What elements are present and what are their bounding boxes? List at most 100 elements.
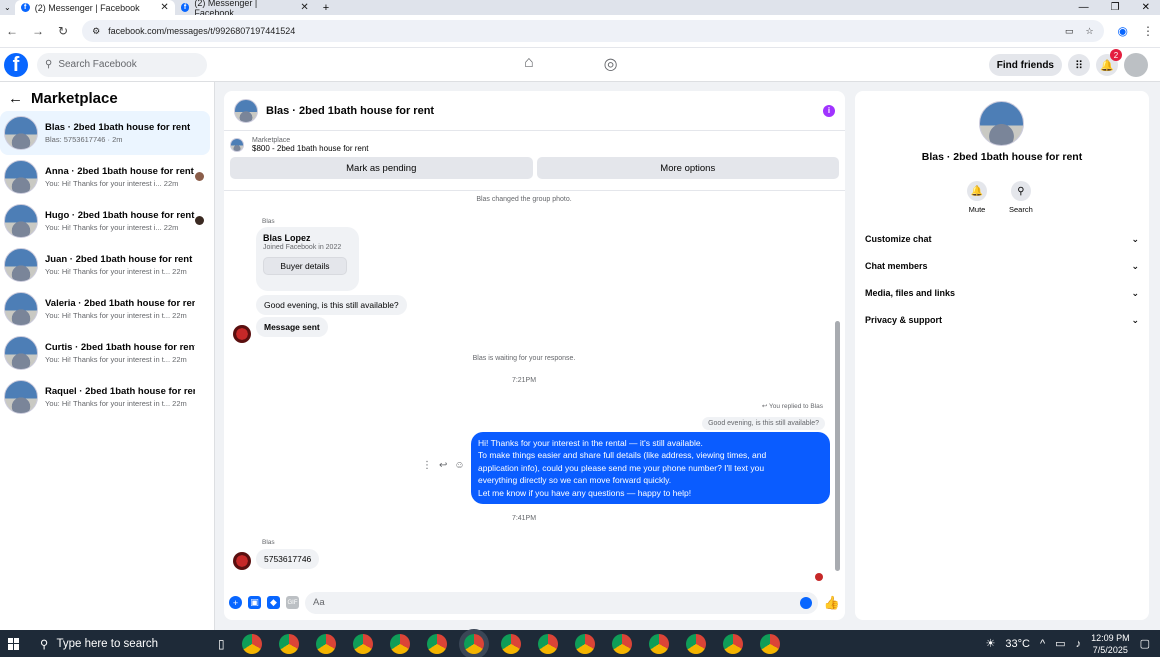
facebook-search-input[interactable]: ⚲ Search Facebook	[37, 52, 207, 77]
chrome-icon[interactable]	[685, 633, 706, 654]
chrome-icon[interactable]	[722, 633, 743, 654]
network-icon[interactable]: ▭	[1055, 637, 1065, 650]
close-tab-icon[interactable]: ✕	[300, 2, 308, 13]
like-thumb-icon[interactable]: 👍	[824, 595, 840, 611]
account-avatar[interactable]	[1124, 53, 1148, 77]
tab-menu-icon[interactable]: ⌄	[0, 3, 15, 12]
seen-avatar	[195, 172, 204, 181]
system-tray: ☀ 33°C ^ ▭ ♪ 12:09 PM 7/5/2025 ▢	[986, 632, 1160, 656]
buyer-details-button[interactable]: Buyer details	[263, 257, 347, 275]
conversation-item[interactable]: Anna · 2bed 1bath house for rent You: Hi!…	[0, 155, 214, 199]
conversation-item[interactable]: Raquel · 2bed 1bath house for rent You: H…	[0, 375, 214, 419]
browser-tab[interactable]: f (2) Messenger | Facebook ✕	[175, 0, 315, 18]
react-icon[interactable]: ☺	[454, 460, 464, 471]
restore-icon[interactable]: ❐	[1111, 2, 1120, 13]
conversation-item[interactable]: Blas · 2bed 1bath house for rent Blas: 57…	[0, 111, 210, 155]
house-thumbnail	[4, 380, 38, 414]
reply-icon[interactable]: ↩	[439, 460, 447, 471]
weather-icon[interactable]: ☀	[986, 637, 996, 650]
mark-as-pending-button[interactable]: Mark as pending	[230, 157, 533, 179]
section-chat-members[interactable]: Chat members ⌄	[865, 261, 1139, 272]
chat-title[interactable]: Blas · 2bed 1bath house for rent	[266, 105, 434, 117]
more-options-button[interactable]: More options	[536, 157, 839, 179]
profile-icon[interactable]: ◉	[1118, 24, 1128, 38]
photo-icon[interactable]: ▣	[248, 596, 261, 609]
message-input[interactable]: Aa	[305, 591, 818, 614]
conversation-item[interactable]: Juan · 2bed 1bath house for rent You: Hi!…	[0, 243, 214, 287]
gif-icon[interactable]: GIF	[286, 596, 299, 609]
chrome-icon[interactable]	[463, 633, 484, 654]
chrome-icon[interactable]	[759, 633, 780, 654]
reload-icon[interactable]: ↻	[58, 24, 68, 38]
info-icon[interactable]: i	[823, 104, 835, 117]
address-bar[interactable]: ⚙ facebook.com/messages/t/99268071974415…	[82, 20, 1104, 42]
scrollbar-thumb[interactable]	[835, 321, 840, 571]
temperature[interactable]: 33°C	[1005, 638, 1030, 650]
section-media-files[interactable]: Media, files and links ⌄	[865, 288, 1139, 299]
listing-thumbnail[interactable]	[230, 138, 244, 152]
windows-start-icon[interactable]	[8, 637, 20, 650]
chrome-icon[interactable]	[389, 633, 410, 654]
section-privacy-support[interactable]: Privacy & support ⌄	[865, 315, 1139, 326]
find-friends-button[interactable]: Find friends	[988, 54, 1062, 76]
chrome-icon[interactable]	[648, 633, 669, 654]
chrome-icon[interactable]	[278, 633, 299, 654]
conversation-item[interactable]: Curtis · 2bed 1bath house for rent You: H…	[0, 331, 214, 375]
back-icon[interactable]: ←	[6, 24, 18, 38]
chrome-icon[interactable]	[426, 633, 447, 654]
search-conversation-button[interactable]: ⚲ Search	[1009, 181, 1033, 214]
browser-menu-icon[interactable]: ⋮	[1142, 24, 1154, 38]
forward-icon[interactable]: →	[32, 24, 44, 38]
notifications-icon[interactable]: ▢	[1140, 637, 1150, 650]
outgoing-message[interactable]: Hi! Thanks for your interest in the rent…	[471, 432, 830, 505]
chrome-icon[interactable]	[315, 633, 336, 654]
volume-icon[interactable]: ♪	[1076, 638, 1082, 650]
sender-label: Blas	[262, 539, 275, 546]
home-icon[interactable]: ⌂	[524, 54, 534, 74]
tray-chevron-icon[interactable]: ^	[1040, 638, 1045, 650]
site-settings-icon[interactable]: ⚙	[92, 26, 100, 37]
taskbar-search[interactable]: ⚲ Type here to search	[34, 630, 184, 657]
clock[interactable]: 12:09 PM 7/5/2025	[1091, 632, 1130, 656]
listing-title[interactable]: $800 - 2bed 1bath house for rent	[252, 144, 369, 153]
reply-indicator: ↩ You replied to Blas	[762, 402, 823, 410]
sender-avatar[interactable]	[233, 325, 251, 343]
more-icon[interactable]: ⋮	[422, 460, 432, 471]
clock-date: 7/5/2025	[1092, 644, 1128, 655]
minimize-icon[interactable]: —	[1079, 2, 1089, 13]
chrome-icon[interactable]	[611, 633, 632, 654]
new-tab-icon[interactable]: +	[315, 2, 337, 14]
conversation-item[interactable]: Valeria · 2bed 1bath house for rent You: …	[0, 287, 214, 331]
chrome-icon[interactable]	[352, 633, 373, 654]
back-arrow-icon[interactable]: ←	[8, 90, 23, 107]
chrome-icon[interactable]	[537, 633, 558, 654]
sender-avatar[interactable]	[233, 552, 251, 570]
task-view-icon[interactable]: ▯	[218, 637, 225, 651]
chat-profile-avatar[interactable]	[979, 101, 1024, 146]
chrome-icon[interactable]	[500, 633, 521, 654]
chat-avatar[interactable]	[234, 98, 258, 123]
conversation-item[interactable]: Hugo · 2bed 1bath house for rent You: Hi!…	[0, 199, 214, 243]
emoji-icon[interactable]	[799, 596, 812, 609]
section-customize-chat[interactable]: Customize chat ⌄	[865, 234, 1139, 245]
chrome-icon[interactable]	[241, 633, 262, 654]
notifications-bell-icon[interactable]: 🔔 2	[1096, 49, 1122, 76]
conversation-preview: You: Hi! Thanks for your interest in t..…	[45, 267, 187, 276]
close-tab-icon[interactable]: ✕	[160, 2, 168, 13]
bookmark-star-icon[interactable]: ☆	[1085, 26, 1093, 37]
plus-icon[interactable]: +	[229, 596, 242, 609]
facebook-logo-icon[interactable]: f	[4, 52, 28, 77]
mute-button[interactable]: 🔔 Mute	[967, 181, 987, 214]
close-window-icon[interactable]: ✕	[1142, 2, 1150, 13]
incoming-message[interactable]: 5753617746	[256, 549, 320, 569]
quoted-message[interactable]: Good evening, is this still available?	[702, 417, 825, 430]
message-thread[interactable]: Blas changed the group photo. Blas Blas …	[224, 190, 845, 585]
chrome-icon[interactable]	[574, 633, 595, 654]
browser-tab-active[interactable]: f (2) Messenger | Facebook ✕	[14, 0, 175, 15]
groups-icon[interactable]: ◎	[604, 54, 618, 74]
incoming-message[interactable]: Message sent	[256, 317, 328, 337]
cast-icon[interactable]: ▭	[1065, 26, 1074, 37]
incoming-message[interactable]: Good evening, is this still available?	[256, 295, 407, 315]
menu-grid-icon[interactable]: ⠿	[1068, 54, 1090, 76]
sticker-icon[interactable]: ◆	[267, 596, 280, 609]
